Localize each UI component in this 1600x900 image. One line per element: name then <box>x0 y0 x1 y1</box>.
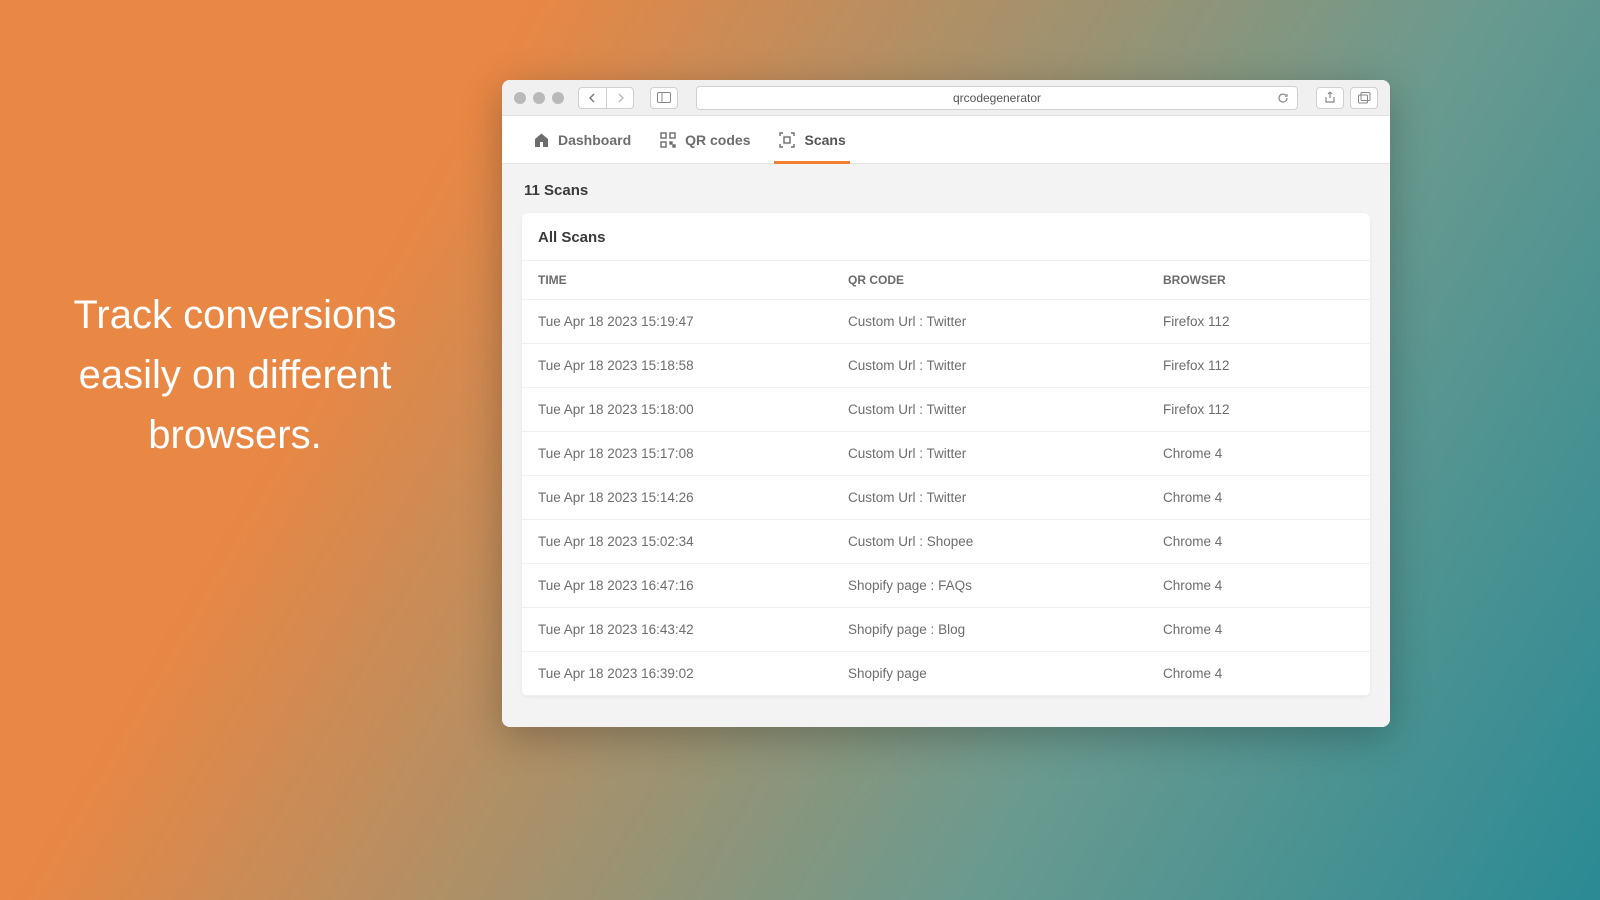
tab-label: QR codes <box>685 132 750 148</box>
col-header-browser[interactable]: BROWSER <box>1163 273 1354 287</box>
tab-scans[interactable]: Scans <box>778 116 845 163</box>
tab-label: Dashboard <box>558 132 631 148</box>
browser-window: qrcodegenerator Dashboard <box>502 80 1390 727</box>
table-row[interactable]: Tue Apr 18 2023 15:14:26Custom Url : Twi… <box>522 476 1370 520</box>
cell-time: Tue Apr 18 2023 15:14:26 <box>538 490 848 505</box>
maximize-icon[interactable] <box>552 92 564 104</box>
cell-qrcode: Custom Url : Twitter <box>848 358 1163 373</box>
table-body: Tue Apr 18 2023 15:19:47Custom Url : Twi… <box>522 300 1370 696</box>
forward-button[interactable] <box>606 87 634 109</box>
table-row[interactable]: Tue Apr 18 2023 15:02:34Custom Url : Sho… <box>522 520 1370 564</box>
cell-browser: Chrome 4 <box>1163 578 1354 593</box>
table-row[interactable]: Tue Apr 18 2023 15:17:08Custom Url : Twi… <box>522 432 1370 476</box>
col-header-qrcode[interactable]: QR CODE <box>848 273 1163 287</box>
qr-icon <box>659 131 677 149</box>
scan-count: 11 Scans <box>502 182 1390 213</box>
col-header-time[interactable]: TIME <box>538 273 848 287</box>
tab-qrcodes[interactable]: QR codes <box>659 116 750 163</box>
cell-qrcode: Custom Url : Shopee <box>848 534 1163 549</box>
cell-qrcode: Custom Url : Twitter <box>848 314 1163 329</box>
cell-browser: Firefox 112 <box>1163 358 1354 373</box>
cell-time: Tue Apr 18 2023 15:19:47 <box>538 314 848 329</box>
home-icon <box>532 131 550 149</box>
cell-browser: Chrome 4 <box>1163 622 1354 637</box>
table-row[interactable]: Tue Apr 18 2023 16:47:16Shopify page : F… <box>522 564 1370 608</box>
cell-qrcode: Shopify page : Blog <box>848 622 1163 637</box>
table-row[interactable]: Tue Apr 18 2023 16:43:42Shopify page : B… <box>522 608 1370 652</box>
cell-browser: Firefox 112 <box>1163 314 1354 329</box>
cell-browser: Chrome 4 <box>1163 490 1354 505</box>
table-row[interactable]: Tue Apr 18 2023 15:19:47Custom Url : Twi… <box>522 300 1370 344</box>
minimize-icon[interactable] <box>533 92 545 104</box>
nav-group <box>578 87 634 109</box>
table-row[interactable]: Tue Apr 18 2023 16:39:02Shopify pageChro… <box>522 652 1370 696</box>
sidebar-toggle-button[interactable] <box>650 87 678 109</box>
traffic-lights <box>514 92 564 104</box>
reload-icon[interactable] <box>1277 92 1289 104</box>
tabs-button[interactable] <box>1350 87 1378 109</box>
url-bar[interactable]: qrcodegenerator <box>696 86 1298 110</box>
cell-qrcode: Custom Url : Twitter <box>848 490 1163 505</box>
browser-chrome: qrcodegenerator <box>502 80 1390 116</box>
cell-time: Tue Apr 18 2023 16:39:02 <box>538 666 848 681</box>
tab-label: Scans <box>804 132 845 148</box>
cell-browser: Firefox 112 <box>1163 402 1354 417</box>
share-button[interactable] <box>1316 87 1344 109</box>
table-header: TIME QR CODE BROWSER <box>522 260 1370 300</box>
tab-bar: Dashboard QR codes Scans <box>502 116 1390 164</box>
cell-time: Tue Apr 18 2023 16:43:42 <box>538 622 848 637</box>
cell-qrcode: Custom Url : Twitter <box>848 446 1163 461</box>
back-button[interactable] <box>578 87 606 109</box>
close-icon[interactable] <box>514 92 526 104</box>
cell-qrcode: Shopify page : FAQs <box>848 578 1163 593</box>
url-text: qrcodegenerator <box>953 91 1041 105</box>
qr-scan-icon <box>778 131 796 149</box>
cell-time: Tue Apr 18 2023 16:47:16 <box>538 578 848 593</box>
cell-browser: Chrome 4 <box>1163 446 1354 461</box>
table-row[interactable]: Tue Apr 18 2023 15:18:00Custom Url : Twi… <box>522 388 1370 432</box>
cell-qrcode: Custom Url : Twitter <box>848 402 1163 417</box>
hero-text: Track conversions easily on different br… <box>60 285 410 465</box>
cell-time: Tue Apr 18 2023 15:02:34 <box>538 534 848 549</box>
table-row[interactable]: Tue Apr 18 2023 15:18:58Custom Url : Twi… <box>522 344 1370 388</box>
app-content: Dashboard QR codes Scans 11 Scans All Sc… <box>502 116 1390 727</box>
cell-time: Tue Apr 18 2023 15:17:08 <box>538 446 848 461</box>
tab-dashboard[interactable]: Dashboard <box>532 116 631 163</box>
cell-qrcode: Shopify page <box>848 666 1163 681</box>
page-body: 11 Scans All Scans TIME QR CODE BROWSER … <box>502 164 1390 696</box>
chrome-right <box>1316 87 1378 109</box>
cell-time: Tue Apr 18 2023 15:18:58 <box>538 358 848 373</box>
scans-card: All Scans TIME QR CODE BROWSER Tue Apr 1… <box>522 213 1370 696</box>
cell-browser: Chrome 4 <box>1163 666 1354 681</box>
cell-time: Tue Apr 18 2023 15:18:00 <box>538 402 848 417</box>
card-title: All Scans <box>522 213 1370 260</box>
cell-browser: Chrome 4 <box>1163 534 1354 549</box>
